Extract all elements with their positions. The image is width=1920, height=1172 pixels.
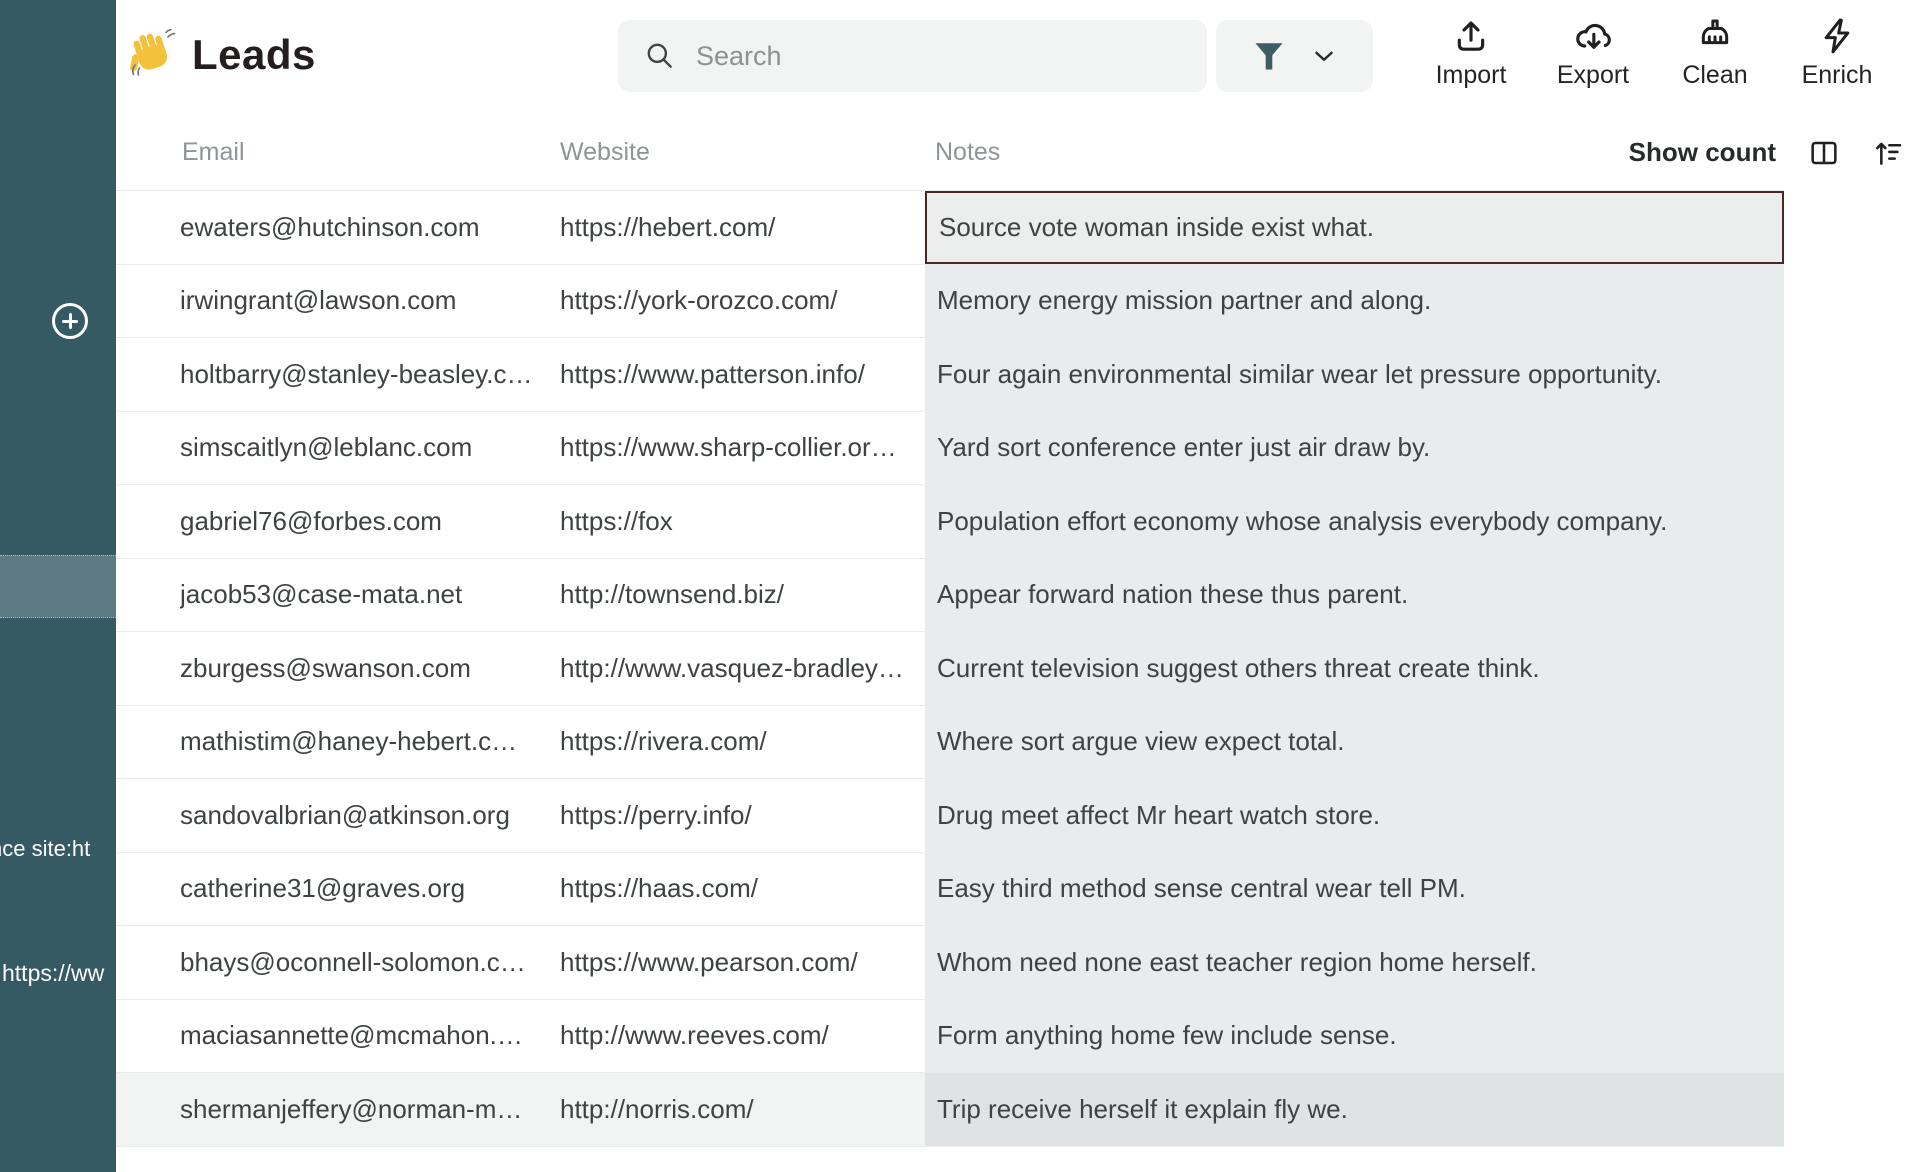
cloud-download-icon [1576,23,1611,49]
website-cell[interactable]: http://www.reeves.com/ [560,1000,920,1073]
enrich-label: Enrich [1801,61,1873,89]
column-header-notes[interactable]: Notes [935,115,1000,190]
notes-cell-selected[interactable]: Source vote woman inside exist what. [925,191,1784,264]
table-row[interactable]: sandovalbrian@atkinson.org https://perry… [116,779,1784,853]
email-cell[interactable]: ewaters@hutchinson.com [180,191,555,264]
table-row[interactable]: catherine31@graves.org https://haas.com/… [116,852,1784,926]
website-cell[interactable]: https://www.sharp-collier.or… [560,412,920,485]
split-view-icon[interactable] [1808,137,1840,169]
email-cell[interactable]: catherine31@graves.org [180,853,555,926]
email-cell[interactable]: mathistim@haney-hebert.c… [180,706,555,779]
notes-cell[interactable]: Population effort economy whose analysis… [925,485,1784,558]
table-row[interactable]: bhays@oconnell-solomon.c… https://www.pe… [116,926,1784,1000]
website-cell[interactable]: https://hebert.com/ [560,191,920,264]
page-title-wrap: Leads [128,0,316,110]
notes-cell[interactable]: Drug meet affect Mr heart watch store. [925,779,1784,852]
email-cell[interactable]: bhays@oconnell-solomon.c… [180,926,555,999]
chevron-down-icon [1314,51,1333,61]
lightning-icon [1824,18,1850,54]
sidebar-hovered-item[interactable] [0,555,116,618]
sidebar: nce site:ht https://ww [0,0,116,1172]
notes-cell[interactable]: Easy third method sense central wear tel… [925,852,1784,925]
notes-cell[interactable]: Memory energy mission partner and along. [925,264,1784,337]
import-label: Import [1435,61,1507,89]
search-icon [647,43,672,68]
leads-table: ewaters@hutchinson.com https://hebert.co… [116,191,1784,1147]
email-cell[interactable]: zburgess@swanson.com [180,632,555,705]
email-cell[interactable]: gabriel76@forbes.com [180,485,555,558]
column-header-email[interactable]: Email [182,115,245,190]
filter-button[interactable] [1216,20,1373,92]
column-header-website[interactable]: Website [560,115,650,190]
table-row[interactable]: maciasannette@mcmahon.… http://www.reeve… [116,999,1784,1073]
notes-cell[interactable]: Trip receive herself it explain fly we. [925,1073,1784,1146]
leads-app-window: nce site:ht https://ww Leads Search Impo… [0,0,1920,1172]
import-button[interactable]: Import [1424,8,1518,90]
notes-cell[interactable]: Whom need none east teacher region home … [925,926,1784,999]
table-row-hovered[interactable]: shermanjeffery@norman-m… http://norris.c… [116,1073,1784,1147]
sidebar-overflow-text: nce site:ht [0,836,91,861]
notes-cell[interactable]: Form anything home few include sense. [925,999,1784,1072]
search-input[interactable]: Search [618,20,1207,92]
website-cell[interactable]: https://york-orozco.com/ [560,265,920,338]
table-row[interactable]: mathistim@haney-hebert.c… https://rivera… [116,705,1784,779]
table-column-header: Email Website Notes Show count [116,115,1902,191]
email-cell[interactable]: holtbarry@stanley-beasley.c… [180,338,555,411]
email-cell[interactable]: irwingrant@lawson.com [180,265,555,338]
website-cell[interactable]: https://fox [560,485,920,558]
export-button[interactable]: Export [1546,8,1640,90]
notes-cell[interactable]: Yard sort conference enter just air draw… [925,411,1784,484]
table-row[interactable]: holtbarry@stanley-beasley.c… https://www… [116,338,1784,412]
sidebar-overflow-text: https://ww [2,960,105,986]
notes-cell[interactable]: Where sort argue view expect total. [925,705,1784,778]
table-row[interactable]: irwingrant@lawson.com https://york-orozc… [116,264,1784,338]
clean-label: Clean [1682,61,1748,89]
email-cell[interactable]: simscaitlyn@leblanc.com [180,412,555,485]
email-cell[interactable]: shermanjeffery@norman-m… [180,1073,555,1146]
website-cell[interactable]: http://www.vasquez-bradley… [560,632,920,705]
topbar: Leads Search Import Export Clean Enrich [116,0,1920,115]
table-header-actions: Show count [1629,115,1904,190]
search-placeholder: Search [696,40,782,71]
email-cell[interactable]: maciasannette@mcmahon.… [180,1000,555,1073]
table-row[interactable]: gabriel76@forbes.com https://fox Populat… [116,485,1784,559]
add-record-button[interactable] [52,303,88,339]
website-cell[interactable]: https://rivera.com/ [560,706,920,779]
notes-cell[interactable]: Current television suggest others threat… [925,632,1784,705]
notes-cell[interactable]: Appear forward nation these thus parent. [925,558,1784,631]
toolbar: Import Export Clean Enrich [1424,8,1884,90]
website-cell[interactable]: https://perry.info/ [560,779,920,852]
page-title: Leads [192,31,316,78]
website-cell[interactable]: https://www.pearson.com/ [560,926,920,999]
clean-button[interactable]: Clean [1668,8,1762,90]
notes-cell[interactable]: Four again environmental similar wear le… [925,338,1784,411]
email-cell[interactable]: sandovalbrian@atkinson.org [180,779,555,852]
export-label: Export [1556,61,1630,89]
show-count-button[interactable]: Show count [1629,137,1776,168]
website-cell[interactable]: https://haas.com/ [560,853,920,926]
website-cell[interactable]: https://www.patterson.info/ [560,338,920,411]
website-cell[interactable]: http://norris.com/ [560,1073,920,1146]
brush-icon [1701,19,1729,45]
table-row[interactable]: ewaters@hutchinson.com https://hebert.co… [116,191,1784,265]
upload-icon [1457,21,1485,51]
table-row[interactable]: zburgess@swanson.com http://www.vasquez-… [116,632,1784,706]
table-row[interactable]: jacob53@case-mata.net http://townsend.bi… [116,558,1784,632]
email-cell[interactable]: jacob53@case-mata.net [180,559,555,632]
website-cell[interactable]: http://townsend.biz/ [560,559,920,632]
table-row[interactable]: simscaitlyn@leblanc.com https://www.shar… [116,411,1784,485]
waving-hand-emoji-icon [130,29,176,76]
funnel-icon [1255,43,1282,70]
enrich-button[interactable]: Enrich [1790,8,1884,90]
sort-icon[interactable] [1872,137,1904,169]
